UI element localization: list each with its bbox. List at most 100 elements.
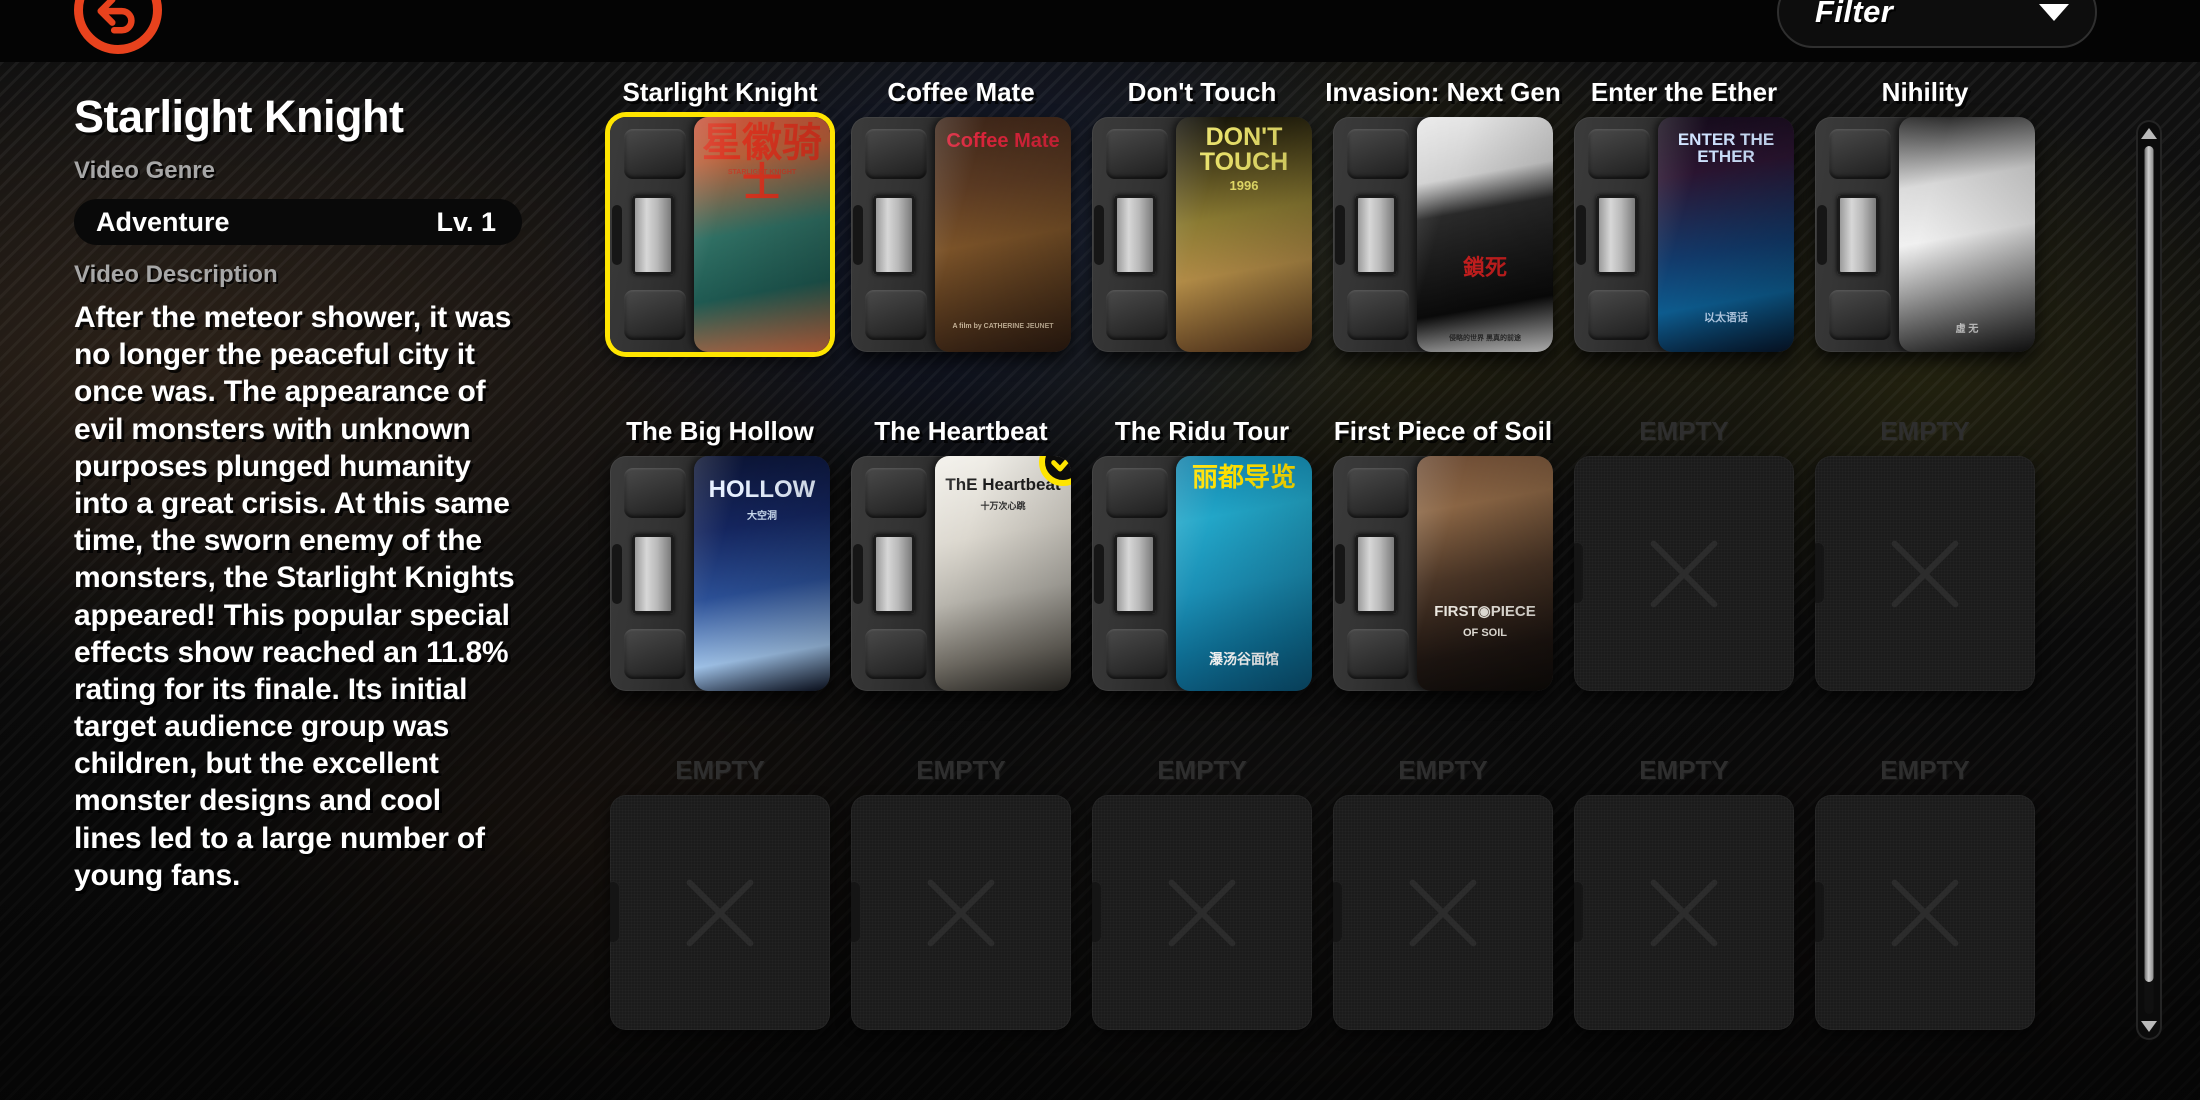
vhs-cassette[interactable]: 鎖死侵略的世界 黑真的前途: [1333, 117, 1553, 352]
cassette-poster-label: DON'T TOUCH1996: [1176, 117, 1312, 352]
back-button[interactable]: [74, 0, 162, 54]
cassette-notch: [1817, 205, 1827, 265]
tape-title: Starlight Knight: [622, 77, 818, 107]
cassette-tape-window: [1355, 195, 1397, 275]
level-value: Lv. 1: [436, 206, 496, 237]
filter-dropdown-button[interactable]: Filter: [1777, 0, 2097, 48]
empty-tape-slot[interactable]: [1815, 456, 2035, 691]
slot-notch: [1574, 881, 1584, 943]
cassette-mechanism: [610, 456, 702, 691]
empty-tape-slot[interactable]: [1574, 795, 1794, 1030]
slot-notch: [610, 881, 620, 943]
cassette-mechanism: [1092, 117, 1184, 352]
vhs-cassette[interactable]: 虛 无: [1815, 117, 2035, 352]
poster-gloss: [1176, 456, 1312, 691]
cassette-tape-window: [873, 195, 915, 275]
poster-gloss: [694, 456, 830, 691]
cassette-reel-bottom: [1347, 290, 1409, 340]
back-arrow-icon: [97, 0, 135, 34]
empty-tape-slot[interactable]: [1574, 456, 1794, 691]
video-detail-panel: Starlight Knight Video Genre Adventure L…: [0, 62, 600, 1100]
cassette-reel-bottom: [1347, 629, 1409, 679]
cassette-reel-top: [1106, 468, 1168, 518]
tape-empty-label: EMPTY: [1880, 416, 1970, 446]
tape-empty-label: EMPTY: [1398, 755, 1488, 785]
vhs-cassette[interactable]: ThE Heartbeat十万次心跳: [851, 456, 1071, 691]
cassette-mechanism: [851, 117, 943, 352]
cassette-notch: [1576, 205, 1586, 265]
tape-title: Coffee Mate: [887, 77, 1035, 107]
cassette-poster-label: 丽都导览瀑汤谷面馆: [1176, 456, 1312, 691]
genre-pill: Adventure Lv. 1: [74, 199, 522, 245]
tape-title: Enter the Ether: [1590, 77, 1778, 107]
cassette-notch: [612, 544, 622, 604]
cassette-poster-label: ENTER THE ETHER以太语话: [1658, 117, 1794, 352]
tape-title: The Heartbeat: [874, 416, 1048, 446]
empty-tape-slot[interactable]: [610, 795, 830, 1030]
slot-notch: [1574, 542, 1584, 604]
genre-value: Adventure: [96, 206, 230, 237]
filter-label: Filter: [1815, 0, 1894, 29]
cassette-reel-bottom: [1588, 290, 1650, 340]
cassette-tape-window: [873, 534, 915, 614]
genre-section-label: Video Genre: [74, 157, 215, 184]
cassette-reel-top: [1829, 129, 1891, 179]
description-section-label: Video Description: [74, 261, 278, 288]
poster-gloss: [694, 117, 830, 352]
vhs-cassette[interactable]: DON'T TOUCH1996: [1092, 117, 1312, 352]
cassette-mechanism: [610, 117, 702, 352]
cassette-mechanism: [1815, 117, 1907, 352]
slot-notch: [1092, 881, 1102, 943]
cassette-poster-label: 虛 无: [1899, 117, 2035, 352]
cassette-reel-top: [865, 129, 927, 179]
cassette-notch: [1335, 544, 1345, 604]
empty-tape-slot[interactable]: [1092, 795, 1312, 1030]
top-bar: Filter: [0, 0, 2200, 62]
cassette-notch: [612, 205, 622, 265]
cassette-reel-bottom: [1829, 290, 1891, 340]
cassette-notch: [1094, 205, 1104, 265]
poster-gloss: [1176, 117, 1312, 352]
empty-tape-slot[interactable]: [1333, 795, 1553, 1030]
tape-empty-label: EMPTY: [1639, 416, 1729, 446]
slot-notch: [1815, 542, 1825, 604]
description-text: After the meteor shower, it was no longe…: [74, 301, 515, 892]
poster-gloss: [1899, 117, 2035, 352]
check-icon: [1051, 456, 1071, 472]
slot-notch: [1815, 881, 1825, 943]
cassette-reel-top: [1347, 129, 1409, 179]
cassette-tape-window: [1837, 195, 1879, 275]
cassette-mechanism: [1574, 117, 1666, 352]
cassette-tape-window: [1355, 534, 1397, 614]
cassette-tape-window: [1596, 195, 1638, 275]
scroll-up-arrow-icon[interactable]: [2141, 128, 2157, 139]
tape-title: The Big Hollow: [626, 416, 814, 446]
vhs-cassette[interactable]: FIRST◉PIECEOF SOIL: [1333, 456, 1553, 691]
empty-tape-slot[interactable]: [851, 795, 1071, 1030]
poster-gloss: [935, 456, 1071, 691]
vhs-cassette[interactable]: 丽都导览瀑汤谷面馆: [1092, 456, 1312, 691]
poster-gloss: [935, 117, 1071, 352]
cassette-poster-label: 鎖死侵略的世界 黑真的前途: [1417, 117, 1553, 352]
cassette-poster-label: HOLLOW大空洞: [694, 456, 830, 691]
vhs-cassette[interactable]: ENTER THE ETHER以太语话: [1574, 117, 1794, 352]
cassette-mechanism: [851, 456, 943, 691]
tape-empty-label: EMPTY: [916, 755, 1006, 785]
vhs-cassette[interactable]: 星徽骑士STARLIGHT KNIGHT: [610, 117, 830, 352]
tape-empty-label: EMPTY: [1157, 755, 1247, 785]
cassette-reel-top: [624, 468, 686, 518]
grid-scrollbar[interactable]: [2136, 120, 2162, 1040]
cassette-reel-bottom: [1106, 290, 1168, 340]
scrollbar-thumb[interactable]: [2144, 146, 2154, 982]
cassette-reel-bottom: [865, 629, 927, 679]
cassette-reel-top: [624, 129, 686, 179]
cassette-mechanism: [1333, 117, 1425, 352]
vhs-cassette[interactable]: Coffee MateA film by CATHERINE JEUNET: [851, 117, 1071, 352]
cassette-notch: [853, 205, 863, 265]
scroll-down-arrow-icon[interactable]: [2141, 1021, 2157, 1032]
cassette-reel-bottom: [865, 290, 927, 340]
cassette-notch: [1094, 544, 1104, 604]
empty-tape-slot[interactable]: [1815, 795, 2035, 1030]
cassette-notch: [853, 544, 863, 604]
vhs-cassette[interactable]: HOLLOW大空洞: [610, 456, 830, 691]
